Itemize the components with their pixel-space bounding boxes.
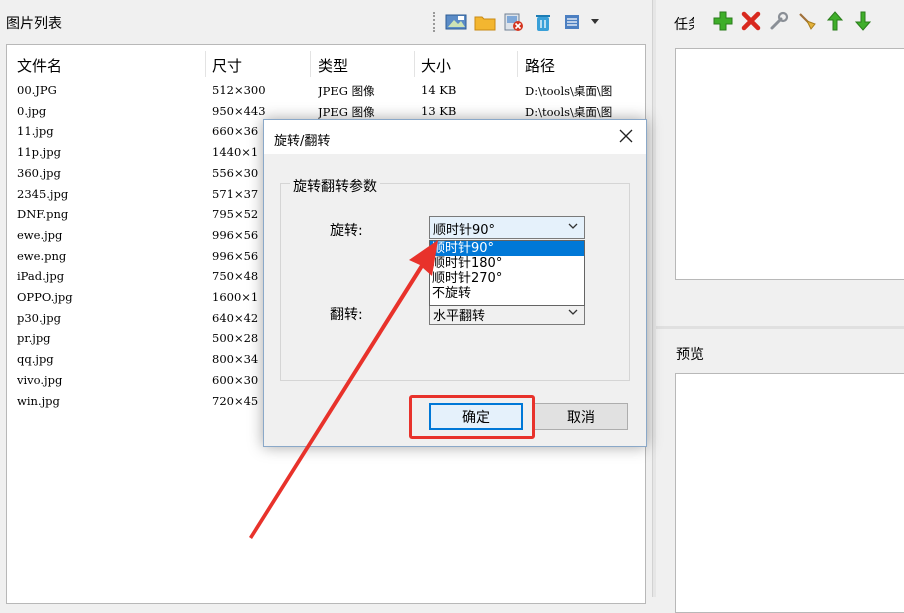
dialog-titlebar[interactable]: 旋转/翻转 (264, 120, 646, 154)
cell-name: win.jpg (17, 393, 60, 408)
close-icon[interactable] (616, 126, 636, 146)
rotate-option[interactable]: 顺时针90° (430, 241, 584, 256)
toolbar-grip[interactable] (433, 12, 438, 32)
cell-name: 2345.jpg (17, 186, 69, 201)
dropdown-caret-icon[interactable] (590, 12, 600, 32)
cell-type: JPEG 图像 (318, 84, 375, 98)
cancel-button[interactable]: 取消 (534, 403, 628, 430)
flip-select-value: 水平翻转 (433, 309, 486, 324)
dialog-title: 旋转/翻转 (274, 134, 331, 149)
left-panel-header: 图片列表 (0, 0, 650, 44)
column-header-path[interactable]: 路径 (525, 55, 555, 76)
task-list[interactable] (675, 48, 904, 280)
cell-name: 00.JPG (17, 83, 57, 97)
move-down-icon[interactable] (852, 10, 874, 32)
right-panel-splitter[interactable] (656, 326, 904, 329)
folder-icon[interactable] (474, 12, 496, 32)
task-toolbar (712, 10, 874, 32)
preview-label: 预览 (676, 347, 704, 363)
panel-splitter[interactable] (652, 0, 656, 597)
chevron-down-icon (567, 220, 579, 236)
cell-type: JPEG 图像 (318, 104, 375, 119)
column-divider[interactable] (517, 51, 518, 77)
rotate-option[interactable]: 不旋转 (430, 286, 584, 301)
rotate-option[interactable]: 顺时针270° (430, 271, 584, 286)
cell-path: D:\tools\桌面\图 (525, 84, 613, 98)
column-header-filename[interactable]: 文件名 (17, 55, 62, 76)
column-header-size[interactable]: 大小 (421, 55, 451, 76)
cell-name: vivo.jpg (17, 372, 63, 387)
image-list-title: 图片列表 (6, 16, 62, 32)
cell-name: 0.jpg (17, 103, 47, 118)
rotate-dropdown-list: 顺时针90° 顺时针180° 顺时针270° 不旋转 (429, 240, 585, 306)
add-icon[interactable] (712, 10, 734, 32)
ok-button[interactable]: 确定 (429, 403, 523, 430)
cell-name: 11.jpg (17, 124, 54, 139)
wrench-icon[interactable] (768, 10, 790, 32)
flip-label: 翻转: (330, 307, 363, 323)
preview-pane (675, 373, 904, 613)
params-group-label: 旋转翻转参数 (290, 176, 380, 196)
broom-icon[interactable] (796, 10, 818, 32)
cell-bytes: 13 KB (421, 103, 457, 118)
chevron-down-icon (567, 306, 579, 322)
rotate-flip-dialog: 旋转/翻转 旋转翻转参数 旋转: 顺时针90° 翻转: 水平翻转 顺时针90° … (263, 119, 647, 447)
remove-image-icon[interactable] (503, 12, 525, 32)
rotate-select-value: 顺时针90° (433, 223, 496, 238)
image-list-toolbar (433, 11, 600, 33)
column-header-dimensions[interactable]: 尺寸 (212, 55, 242, 76)
cell-name: ewe.jpg (17, 227, 63, 242)
trash-icon[interactable] (532, 12, 554, 32)
cell-name: 360.jpg (17, 165, 61, 180)
cell-name: DNF.png (17, 207, 69, 222)
cell-name: p30.jpg (17, 310, 61, 325)
cell-path: D:\tools\桌面\图 (525, 104, 613, 119)
rotate-label: 旋转: (330, 223, 363, 239)
cell-name: pr.jpg (17, 331, 51, 346)
rotate-select[interactable]: 顺时针90° (429, 216, 585, 239)
rotate-option[interactable]: 顺时针180° (430, 256, 584, 271)
cell-name: OPPO.jpg (17, 290, 73, 304)
list-view-icon[interactable] (561, 12, 583, 32)
cell-size: 512×300 (212, 83, 266, 97)
task-panel-title: 任务 (674, 17, 694, 33)
cell-name: iPad.jpg (17, 269, 65, 284)
table-row[interactable]: 00.JPG 512×300 JPEG 图像 14 KB D:\tools\桌面\图 (7, 81, 645, 101)
delete-icon[interactable] (740, 10, 762, 32)
cell-bytes: 14 KB (421, 83, 457, 97)
add-image-icon[interactable] (445, 12, 467, 32)
column-divider[interactable] (414, 51, 415, 77)
cell-name: ewe.png (17, 248, 67, 263)
list-header: 文件名 尺寸 类型 大小 路径 (7, 45, 645, 81)
move-up-icon[interactable] (824, 10, 846, 32)
column-divider[interactable] (310, 51, 311, 77)
column-divider[interactable] (205, 51, 206, 77)
cell-name: qq.jpg (17, 352, 54, 367)
cell-name: 11p.jpg (17, 145, 61, 160)
column-header-type[interactable]: 类型 (318, 55, 348, 76)
cell-size: 950×443 (212, 103, 266, 118)
